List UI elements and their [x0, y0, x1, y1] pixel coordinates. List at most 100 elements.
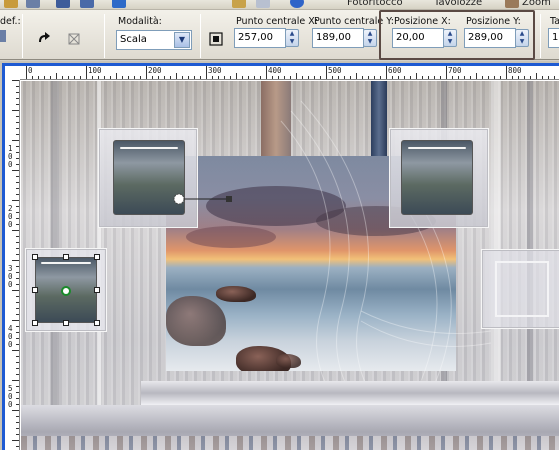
- ruler-minor-tick: [74, 76, 75, 79]
- ruler-minor-tick: [260, 76, 261, 79]
- ruler-minor-tick: [272, 76, 273, 79]
- paste-icon[interactable]: [232, 0, 246, 8]
- ruler-minor-tick: [16, 236, 19, 237]
- horizontal-ruler: 0 100 200 300 400 500 600 700 800: [20, 66, 559, 80]
- reset-icon[interactable]: [64, 30, 84, 50]
- ruler-minor-tick: [152, 76, 153, 79]
- ruler-minor-tick: [16, 326, 19, 327]
- image-canvas[interactable]: [21, 81, 559, 450]
- ruler-minor-tick: [134, 76, 135, 79]
- ruler-minor-tick: [278, 76, 279, 79]
- ruler-minor-tick: [12, 200, 19, 201]
- ruler-minor-tick: [32, 76, 33, 79]
- rotation-handle[interactable]: [171, 189, 241, 213]
- crop-icon[interactable]: [256, 0, 270, 8]
- ruler-tick: [26, 66, 27, 79]
- ruler-minor-tick: [248, 76, 249, 79]
- info-icon[interactable]: [290, 0, 304, 8]
- extra-input[interactable]: 10: [548, 28, 559, 48]
- ruler-minor-tick: [350, 76, 351, 79]
- center-target-icon[interactable]: [206, 30, 226, 50]
- center-x-label: Punto centrale X:: [236, 16, 318, 27]
- ruler-minor-tick: [140, 76, 141, 79]
- save-as-icon[interactable]: [80, 0, 94, 8]
- ruler-minor-tick: [16, 218, 19, 219]
- ruler-minor-tick: [338, 76, 339, 79]
- ruler-tick: [266, 66, 267, 79]
- center-y-input[interactable]: 189,00: [312, 28, 364, 48]
- ruler-tick: [446, 66, 447, 79]
- ruler-tick: [146, 66, 147, 79]
- ruler-label: 600: [388, 66, 402, 75]
- ruler-label: 0: [8, 160, 13, 169]
- ruler-minor-tick: [12, 230, 19, 231]
- ruler-minor-tick: [16, 176, 19, 177]
- ruler-minor-tick: [16, 434, 19, 435]
- save-icon[interactable]: [56, 0, 70, 8]
- handle-bottom-left[interactable]: [32, 320, 38, 326]
- ruler-tick: [326, 66, 327, 79]
- ruler-minor-tick: [16, 182, 19, 183]
- ruler-minor-tick: [110, 76, 111, 79]
- ruler-label: 800: [508, 66, 522, 75]
- handle-top-left[interactable]: [32, 254, 38, 260]
- ruler-minor-tick: [12, 110, 19, 111]
- vertical-ruler: 100200300400500: [5, 80, 20, 450]
- rotate-icon[interactable]: [34, 30, 54, 50]
- undo-icon[interactable]: [112, 0, 126, 8]
- handle-left[interactable]: [32, 287, 38, 293]
- center-y-spinner[interactable]: ▲ ▼: [363, 29, 377, 47]
- ruler-minor-tick: [16, 314, 19, 315]
- ruler-minor-tick: [16, 98, 19, 99]
- ruler-minor-tick: [554, 76, 555, 79]
- ruler-minor-tick: [16, 248, 19, 249]
- menu-tavolozze[interactable]: Tavolozze: [434, 0, 482, 8]
- menu-zoom[interactable]: Zoom: [522, 0, 551, 8]
- presets-icon[interactable]: [0, 30, 6, 42]
- ruler-minor-tick: [12, 80, 19, 81]
- ruler-minor-tick: [16, 104, 19, 105]
- ruler-tick: [206, 66, 207, 79]
- mode-select-value: Scala: [120, 34, 147, 45]
- ruler-minor-tick: [356, 73, 357, 79]
- ruler-minor-tick: [98, 76, 99, 79]
- ruler-minor-tick: [482, 76, 483, 79]
- ruler-minor-tick: [380, 76, 381, 79]
- ruler-minor-tick: [164, 76, 165, 79]
- ruler-minor-tick: [16, 356, 19, 357]
- center-x-spinner[interactable]: ▲ ▼: [285, 29, 299, 47]
- handle-bottom-right[interactable]: [94, 320, 100, 326]
- zoom-icon[interactable]: [505, 0, 519, 8]
- ruler-minor-tick: [16, 86, 19, 87]
- mode-select[interactable]: Scala ▼: [116, 30, 192, 50]
- ruler-minor-tick: [512, 76, 513, 79]
- menu-fotoritocco[interactable]: Fotoritocco: [347, 0, 403, 8]
- presets-label: def.:: [0, 16, 21, 27]
- ruler-minor-tick: [416, 73, 417, 79]
- ruler-label: 0: [8, 340, 13, 349]
- center-x-input[interactable]: 257,00: [234, 28, 286, 48]
- ruler-minor-tick: [12, 410, 19, 411]
- ruler-minor-tick: [16, 146, 19, 147]
- browse-icon[interactable]: [26, 0, 40, 8]
- open-file-icon[interactable]: [4, 0, 18, 8]
- ruler-minor-tick: [458, 76, 459, 79]
- pivot-center-icon[interactable]: [63, 288, 69, 294]
- handle-top[interactable]: [63, 254, 69, 260]
- ruler-minor-tick: [16, 206, 19, 207]
- handle-top-right[interactable]: [94, 254, 100, 260]
- ruler-minor-tick: [16, 242, 19, 243]
- ruler-label: 400: [268, 66, 282, 75]
- ruler-minor-tick: [440, 76, 441, 79]
- ruler-minor-tick: [16, 284, 19, 285]
- ruler-minor-tick: [170, 76, 171, 79]
- chrome-bar: [141, 381, 559, 405]
- handle-right[interactable]: [94, 287, 100, 293]
- chevron-down-icon[interactable]: ▼: [174, 32, 190, 48]
- ruler-minor-tick: [12, 290, 19, 291]
- ruler-label: 500: [328, 66, 342, 75]
- ruler-minor-tick: [488, 76, 489, 79]
- ruler-label: 0: [8, 280, 13, 289]
- handle-bottom[interactable]: [63, 320, 69, 326]
- ruler-minor-tick: [212, 76, 213, 79]
